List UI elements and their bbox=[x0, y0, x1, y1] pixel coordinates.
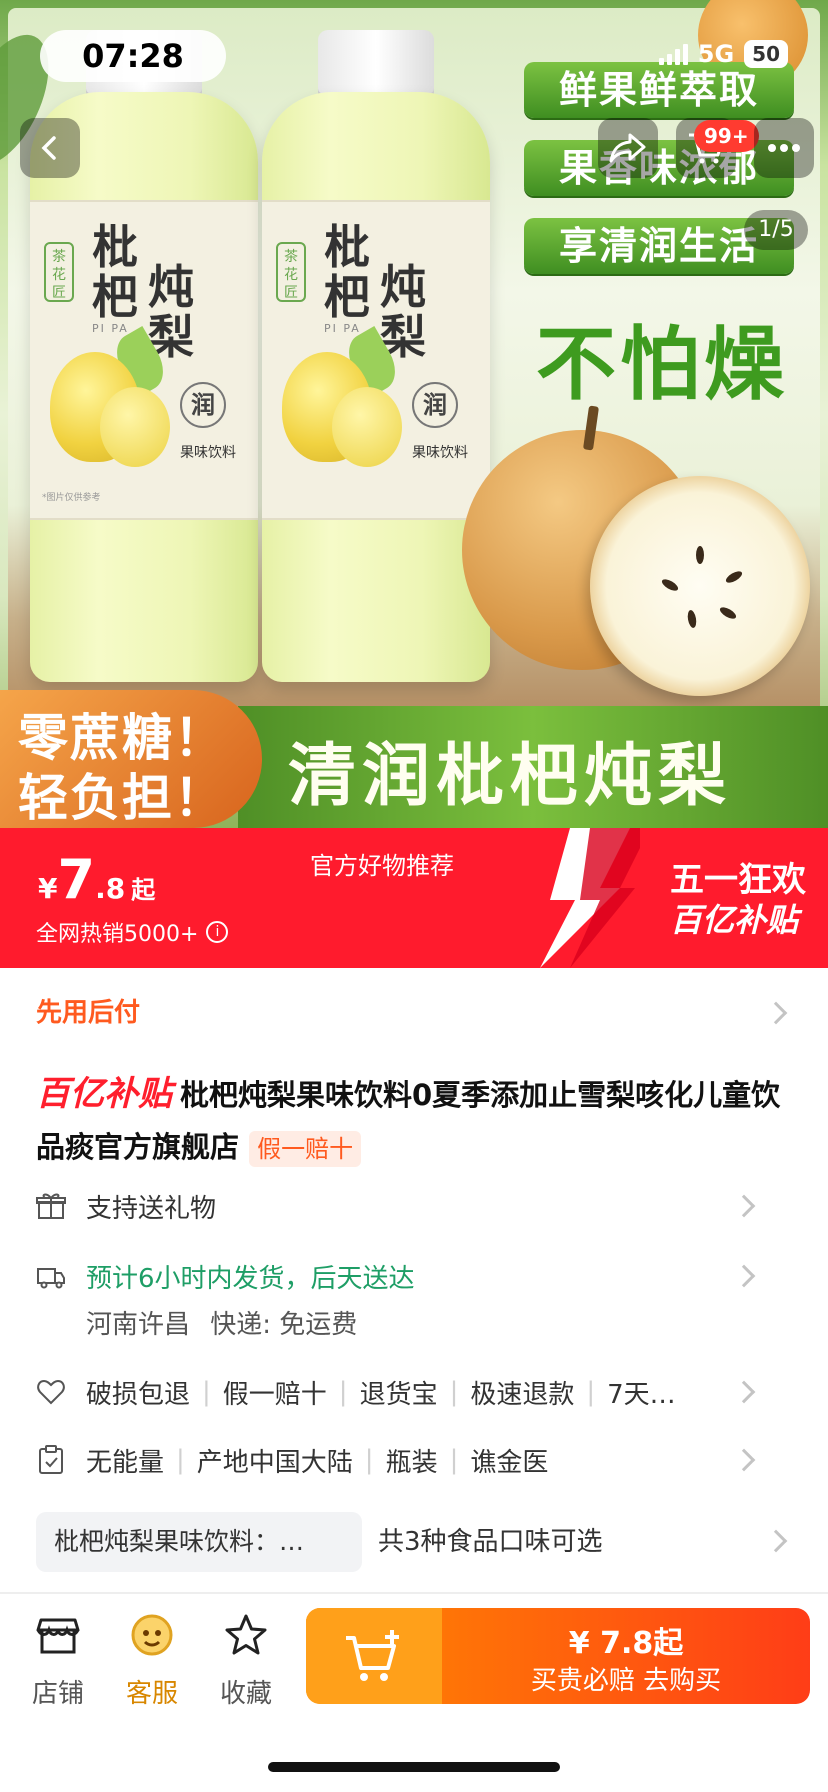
customer-service-tab[interactable]: 客服 bbox=[112, 1612, 192, 1710]
add-to-cart-icon bbox=[346, 1630, 399, 1681]
divider bbox=[0, 1592, 828, 1594]
signal-icon bbox=[658, 43, 688, 65]
bottle-pinyin: PI PA bbox=[92, 322, 129, 335]
hero-slogan: 不怕燥 bbox=[536, 318, 788, 411]
favorite-tab[interactable]: 收藏 bbox=[206, 1612, 286, 1710]
add-to-cart-button[interactable] bbox=[306, 1608, 442, 1704]
guarantee-tag: 假一赔十 bbox=[249, 1131, 362, 1167]
bottle-name: 炖梨 bbox=[380, 260, 426, 364]
chevron-right-icon bbox=[732, 1194, 756, 1218]
bottle-image: 茶花匠 枇杷 炖梨 PI PA 润 果味饮料 bbox=[262, 30, 490, 682]
official-recommend: 官方好物推荐 bbox=[310, 852, 454, 880]
bottle-kind: 果味饮料 bbox=[412, 445, 468, 461]
bottle-brand: 茶花匠 bbox=[276, 242, 306, 302]
chevron-left-icon bbox=[41, 136, 56, 160]
bottle-run-seal: 润 bbox=[180, 382, 226, 428]
subsidy-logo: 百亿补贴 bbox=[36, 1074, 172, 1114]
price-banner: ¥7.8 起 全网热销5000+ i 官方好物推荐 五一狂欢 百亿补贴 bbox=[0, 828, 828, 968]
network-type: 5G bbox=[697, 40, 735, 68]
status-indicators: 5G 50 bbox=[658, 40, 788, 68]
flavor-selector[interactable]: 枇杷炖梨果味饮料：… bbox=[36, 1512, 362, 1572]
bottle-brand: 茶花匠 bbox=[44, 242, 74, 302]
store-tab[interactable]: 店铺 bbox=[18, 1612, 98, 1710]
bottle-pinyin: PI PA bbox=[324, 322, 361, 335]
lightning-icon bbox=[540, 828, 640, 968]
gift-icon bbox=[36, 1193, 66, 1219]
pay-later-row[interactable]: 先用后付 bbox=[0, 988, 828, 1038]
buy-label: 买贵必赔 去购买 bbox=[530, 1666, 722, 1696]
gift-row[interactable]: 支持送礼物 bbox=[36, 1186, 796, 1226]
flavor-count[interactable]: 共3种食品口味可选 bbox=[378, 1512, 603, 1572]
share-button[interactable] bbox=[598, 118, 658, 178]
buy-button[interactable]: ¥ 7.8起 买贵必赔 去购买 bbox=[306, 1608, 810, 1704]
home-indicator bbox=[268, 1762, 560, 1772]
bottle-name: 炖梨 bbox=[148, 260, 194, 364]
chevron-right-icon bbox=[732, 1380, 756, 1404]
chevron-right-icon bbox=[764, 1001, 788, 1025]
truck-icon bbox=[37, 1268, 65, 1289]
promo-banner-right: 清润枇杷炖梨 bbox=[238, 706, 828, 828]
customer-service-icon bbox=[131, 1614, 173, 1656]
hero-pill: 鲜果鲜萃取 bbox=[524, 62, 794, 118]
chevron-right-icon bbox=[732, 1448, 756, 1472]
bottle-name: 枇杷 bbox=[324, 220, 370, 324]
bottle-note: *图片仅供参考 bbox=[42, 493, 101, 503]
star-icon bbox=[225, 1614, 267, 1655]
back-button[interactable] bbox=[20, 118, 80, 178]
cart-count-badge: 99+ bbox=[694, 120, 759, 152]
more-icon bbox=[768, 144, 800, 152]
ship-from-line: 河南许昌 快递: 免运费 bbox=[86, 1310, 358, 1340]
promo-banner-left: 零蔗糖！ 轻负担！ bbox=[0, 690, 262, 828]
guarantee-row[interactable]: 破损包退 | 假一赔十 | 退货宝 | 极速退款 | 7天… bbox=[36, 1372, 796, 1412]
chevron-right-icon bbox=[732, 1264, 756, 1288]
banner-price: ¥7.8 起 bbox=[38, 848, 156, 911]
promo-line: 轻负担！ bbox=[18, 769, 226, 827]
chevron-right-icon[interactable] bbox=[764, 1529, 788, 1553]
share-icon bbox=[609, 133, 646, 163]
bottle-kind: 果味饮料 bbox=[180, 445, 236, 461]
bottle-run-seal: 润 bbox=[412, 382, 458, 428]
info-icon[interactable]: i bbox=[206, 921, 229, 943]
shipping-row[interactable]: 预计6小时内发货，后天送达 bbox=[36, 1256, 796, 1296]
battery-icon: 50 bbox=[744, 40, 788, 68]
buy-price: ¥ 7.8起 bbox=[568, 1626, 684, 1661]
product-title: 百亿补贴 枇杷炖梨果味饮料0夏季添加止雪梨咳化儿童饮品痰官方旗舰店 假一赔十 bbox=[36, 1068, 796, 1173]
more-button[interactable] bbox=[754, 118, 814, 178]
hot-sales[interactable]: 全网热销5000+ i bbox=[36, 916, 229, 948]
image-counter: 1/5 bbox=[744, 210, 808, 250]
attributes-row[interactable]: 无能量 | 产地中国大陆 | 瓶装 | 谯金医 bbox=[36, 1440, 796, 1480]
pear-half-image bbox=[590, 476, 810, 696]
festival-badge: 五一狂欢 百亿补贴 bbox=[670, 860, 806, 939]
store-icon bbox=[36, 1618, 80, 1654]
status-time: 07:28 bbox=[40, 30, 226, 82]
bottle-name: 枇杷 bbox=[92, 220, 138, 324]
heart-icon bbox=[37, 1379, 65, 1405]
promo-title: 清润枇杷炖梨 bbox=[288, 737, 733, 816]
product-image-carousel[interactable]: 茶花匠 枇杷 炖梨 PI PA 润 果味饮料 *图片仅供参考 茶花匠 枇杷 炖梨… bbox=[0, 0, 828, 828]
clipboard-check-icon bbox=[39, 1445, 63, 1474]
